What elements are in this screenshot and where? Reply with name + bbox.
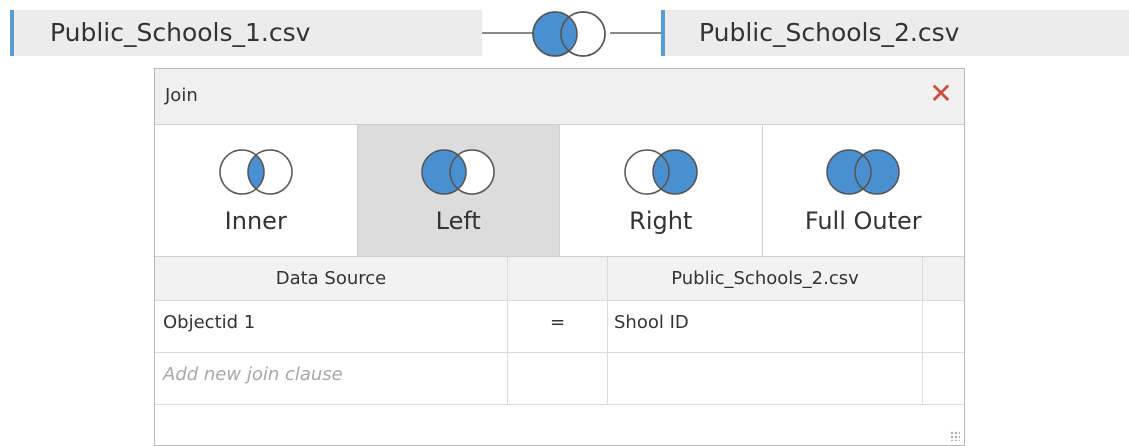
left-data-source-pill[interactable]: Public_Schools_1.csv xyxy=(10,10,482,56)
right-join-icon xyxy=(624,149,698,195)
column-header-data-source: Data Source xyxy=(155,257,508,300)
close-icon[interactable]: ✕ xyxy=(926,79,956,109)
join-type-inner[interactable]: Inner xyxy=(155,125,358,256)
right-field-cell[interactable]: Shool ID xyxy=(608,301,923,352)
column-header-right-source: Public_Schools_2.csv xyxy=(608,257,923,300)
join-type-label: Full Outer xyxy=(804,207,922,235)
join-type-label: Inner xyxy=(224,207,287,235)
join-type-right[interactable]: Right xyxy=(560,125,763,256)
add-join-clause-placeholder[interactable]: Add new join clause xyxy=(155,353,508,404)
left-field-cell[interactable]: Objectid 1 xyxy=(155,301,508,352)
operator-cell-empty xyxy=(508,353,608,404)
row-spacer xyxy=(923,301,964,352)
join-link-line-right xyxy=(610,32,661,34)
table-row[interactable]: Objectid 1 = Shool ID xyxy=(155,301,964,353)
row-spacer xyxy=(923,353,964,404)
left-join-venn-icon[interactable] xyxy=(527,10,617,58)
left-join-icon xyxy=(421,149,495,195)
join-clause-table: Data Source Public_Schools_2.csv Objecti… xyxy=(155,257,964,405)
dialog-header: Join ✕ xyxy=(155,69,964,125)
right-data-source-label: Public_Schools_2.csv xyxy=(699,18,960,47)
join-connection-bar: Public_Schools_1.csv Public_Schools_2.cs… xyxy=(0,0,1129,66)
add-clause-row[interactable]: Add new join clause xyxy=(155,353,964,405)
dialog-title: Join xyxy=(165,85,198,106)
column-header-spacer xyxy=(923,257,964,300)
resize-grip-icon[interactable] xyxy=(950,431,960,441)
inner-join-icon xyxy=(219,149,293,195)
full-outer-join-icon xyxy=(826,149,900,195)
join-type-label: Left xyxy=(435,207,481,235)
join-dialog: Join ✕ Inner Left Right Full Outer Data … xyxy=(154,68,965,446)
column-header-operator xyxy=(508,257,608,300)
join-type-label: Right xyxy=(629,207,693,235)
left-data-source-label: Public_Schools_1.csv xyxy=(50,18,311,47)
operator-cell[interactable]: = xyxy=(508,301,608,352)
right-data-source-pill[interactable]: Public_Schools_2.csv xyxy=(661,10,1129,56)
join-type-left[interactable]: Left xyxy=(357,125,560,256)
right-field-cell-empty xyxy=(608,353,923,404)
table-header-row: Data Source Public_Schools_2.csv xyxy=(155,257,964,301)
join-type-full-outer[interactable]: Full Outer xyxy=(762,125,964,256)
join-type-selector: Inner Left Right Full Outer xyxy=(155,125,964,257)
